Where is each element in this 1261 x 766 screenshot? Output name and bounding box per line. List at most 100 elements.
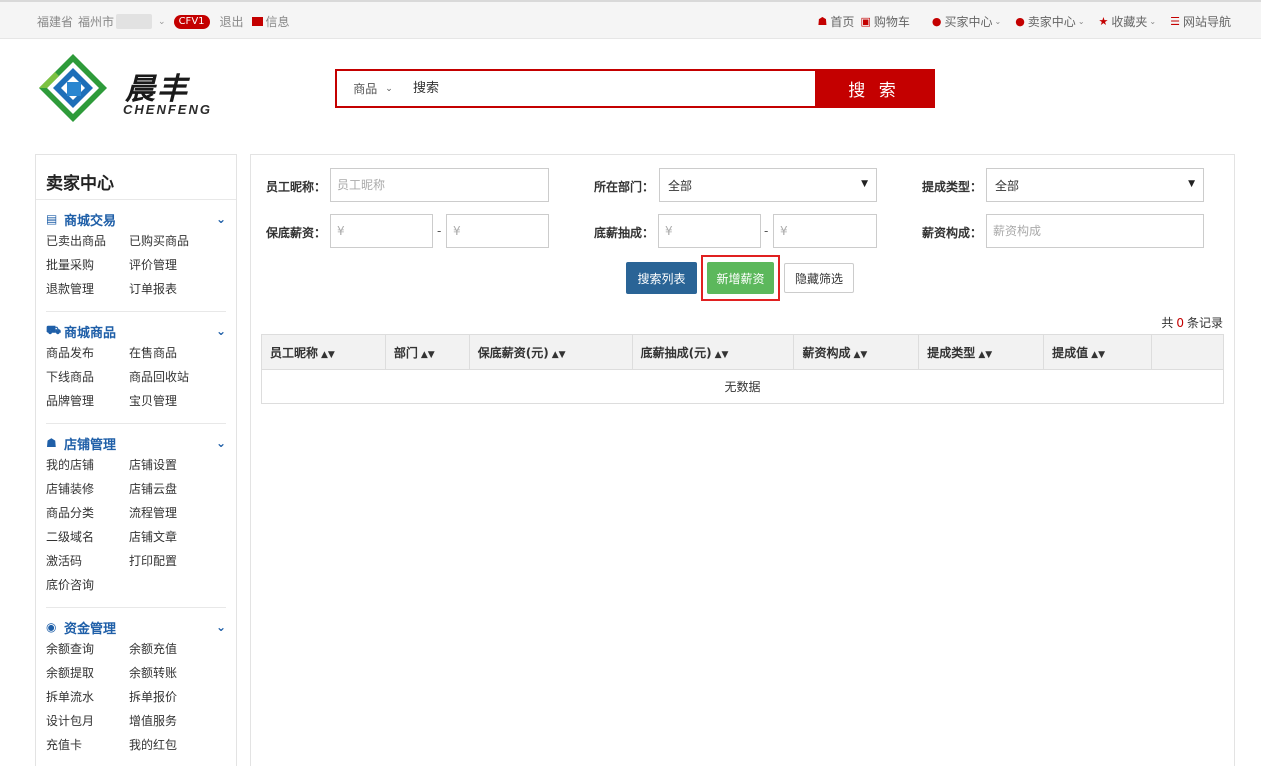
sidebar-item-offline[interactable]: 下线商品 — [46, 366, 129, 390]
sidebar-item-print-config[interactable]: 打印配置 — [129, 550, 219, 574]
salary-composition-input[interactable] — [986, 214, 1204, 248]
sidebar-item-decoration[interactable]: 店铺装修 — [46, 478, 129, 502]
chevron-down-icon[interactable]: ⌄ — [216, 436, 226, 450]
hide-filter-button[interactable]: 隐藏筛选 — [784, 263, 854, 293]
group-header-store[interactable]: ☗ 店铺管理 ⌄ — [46, 433, 226, 453]
messages-link[interactable]: 信息 — [266, 13, 290, 30]
sidebar-item-recharge[interactable]: 余额充值 — [129, 638, 219, 662]
sidebar-item-my-store[interactable]: 我的店铺 — [46, 454, 129, 478]
sort-icon: ▲▼ — [1091, 349, 1106, 360]
sidebar-item-items[interactable]: 宝贝管理 — [129, 390, 219, 414]
column-label: 部门 — [393, 345, 418, 360]
sidebar-item-bulk-purchase[interactable]: 批量采购 — [46, 254, 129, 278]
search-category-select[interactable]: 商品 ⌄ — [337, 71, 409, 106]
sidebar-item-refunds[interactable]: 退款管理 — [46, 278, 129, 302]
sidebar-item-on-sale[interactable]: 在售商品 — [129, 342, 219, 366]
base-commission-min-input[interactable] — [658, 214, 761, 248]
sidebar-item-split-quote[interactable]: 拆单报价 — [129, 686, 219, 710]
commission-type-select[interactable]: 全部 ▼ — [986, 168, 1204, 202]
group-header-funds[interactable]: ◉ 资金管理 ⌄ — [46, 617, 226, 637]
column-header-base-commission[interactable]: 底薪抽成(元) ▲▼ — [631, 334, 795, 370]
column-header-nickname[interactable]: 员工昵称 ▲▼ — [261, 334, 386, 370]
site-nav-label: 网站导航 — [1182, 15, 1231, 29]
column-header-commission-type[interactable]: 提成类型 ▲▼ — [918, 334, 1045, 370]
sidebar-item-transfer[interactable]: 余额转账 — [129, 662, 219, 686]
chevron-down-icon[interactable]: ⌄ — [216, 620, 226, 634]
sidebar-item-purchased[interactable]: 已购买商品 — [129, 230, 219, 254]
chevron-down-icon[interactable]: ⌄ — [216, 212, 226, 226]
search-input[interactable] — [409, 71, 815, 106]
location-bar: 福建省 福州市 ⌄ CFV1 退出 信息 — [37, 13, 298, 30]
list-icon: ▤ — [46, 212, 58, 226]
caret-down-icon: ▼ — [861, 179, 868, 189]
sidebar-item-balance[interactable]: 余额查询 — [46, 638, 129, 662]
record-count-value: 0 — [1176, 316, 1184, 330]
chevron-down-icon[interactable]: ⌄ — [158, 17, 166, 27]
sidebar-item-red-packet[interactable]: 我的红包 — [129, 734, 219, 758]
chevron-down-icon: ⌄ — [994, 17, 1002, 26]
base-commission-label: 底薪抽成： — [594, 226, 655, 240]
sidebar-item-value-added[interactable]: 增值服务 — [129, 710, 219, 734]
column-header-department[interactable]: 部门 ▲▼ — [384, 334, 470, 370]
logout-link[interactable]: 退出 — [220, 13, 244, 30]
range-dash: - — [764, 224, 769, 238]
column-header-commission-value[interactable]: 提成值 ▲▼ — [1043, 334, 1153, 370]
home-link[interactable]: ☗ 首页 — [818, 13, 855, 30]
sort-icon: ▲▼ — [420, 349, 435, 360]
search-list-button[interactable]: 搜索列表 — [626, 262, 697, 294]
sidebar-item-cloud-disk[interactable]: 店铺云盘 — [129, 478, 219, 502]
buyer-center-link[interactable]: ● 买家中心 ⌄ — [932, 13, 1001, 30]
sidebar-item-monthly-design[interactable]: 设计包月 — [46, 710, 129, 734]
user-icon: ● — [1015, 15, 1025, 28]
department-label: 所在部门： — [594, 180, 655, 194]
sidebar-item-categories[interactable]: 商品分类 — [46, 502, 129, 526]
user-icon: ● — [931, 15, 942, 28]
cart-icon: ▣ — [860, 15, 871, 28]
seller-center-link[interactable]: ● 卖家中心 ⌄ — [1015, 13, 1084, 30]
sidebar-item-store-settings[interactable]: 店铺设置 — [129, 454, 219, 478]
base-salary-min-input[interactable] — [330, 214, 433, 248]
commission-type-value: 全部 — [995, 178, 1020, 193]
sidebar-item-card[interactable]: 充值卡 — [46, 734, 129, 758]
divider — [46, 607, 226, 608]
chevron-down-icon[interactable]: ⌄ — [216, 324, 226, 338]
site-nav-link[interactable]: ☰ 网站导航 — [1170, 13, 1231, 30]
city-selector[interactable]: 福州市 — [78, 13, 114, 30]
caret-down-icon: ▼ — [1188, 179, 1195, 189]
sidebar-item-split-flow[interactable]: 拆单流水 — [46, 686, 129, 710]
base-salary-max-input[interactable] — [446, 214, 549, 248]
department-select[interactable]: 全部 ▼ — [659, 168, 877, 202]
column-header-composition[interactable]: 薪资构成 ▲▼ — [793, 334, 920, 370]
sidebar-item-articles[interactable]: 店铺文章 — [129, 526, 219, 550]
sidebar-item-workflow[interactable]: 流程管理 — [129, 502, 219, 526]
sidebar-item-recycle[interactable]: 商品回收站 — [129, 366, 219, 390]
search-bar: 商品 ⌄ 搜 索 — [335, 69, 935, 108]
group-store-management: ☗ 店铺管理 ⌄ 我的店铺 店铺设置 店铺装修 店铺云盘 商品分类 流程管理 二… — [46, 433, 226, 598]
group-header-mall-trade[interactable]: ▤ 商城交易 ⌄ — [46, 209, 226, 229]
seller-center-label: 卖家中心 — [1027, 15, 1076, 29]
range-dash: - — [437, 224, 442, 238]
group-header-mall-goods[interactable]: ⛟ 商城商品 ⌄ — [46, 321, 226, 341]
sidebar-item-publish[interactable]: 商品发布 — [46, 342, 129, 366]
chevron-down-icon: ⌄ — [385, 83, 393, 94]
sidebar-item-sold[interactable]: 已卖出商品 — [46, 230, 129, 254]
sidebar-item-withdraw[interactable]: 余额提取 — [46, 662, 129, 686]
sidebar-item-brands[interactable]: 品牌管理 — [46, 390, 129, 414]
sidebar-item-order-report[interactable]: 订单报表 — [129, 278, 219, 302]
top-bar: 福建省 福州市 ⌄ CFV1 退出 信息 ☗ 首页 ▣ 购物车 ● 买家中心 ⌄ ● 卖家… — [0, 0, 1261, 39]
site-logo[interactable]: 晨丰 CHENFENG — [37, 52, 237, 126]
favorites-link[interactable]: ★ 收藏夹 ⌄ — [1099, 13, 1157, 30]
base-commission-max-input[interactable] — [773, 214, 877, 248]
province-text: 福建省 — [37, 15, 74, 29]
search-button[interactable]: 搜 索 — [815, 71, 933, 106]
sidebar-item-activation-code[interactable]: 激活码 — [46, 550, 129, 574]
sort-icon: ▲▼ — [853, 349, 868, 360]
add-salary-button[interactable]: 新增薪资 — [707, 262, 774, 294]
cart-link[interactable]: ▣ 购物车 — [860, 13, 909, 30]
column-label: 员工昵称 — [270, 345, 319, 360]
sidebar-item-subdomain[interactable]: 二级域名 — [46, 526, 129, 550]
column-header-base-salary[interactable]: 保底薪资(元) ▲▼ — [468, 334, 633, 370]
sidebar-item-reviews[interactable]: 评价管理 — [129, 254, 219, 278]
sidebar-item-floor-price[interactable]: 底价咨询 — [46, 574, 129, 598]
nickname-input[interactable] — [330, 168, 549, 202]
